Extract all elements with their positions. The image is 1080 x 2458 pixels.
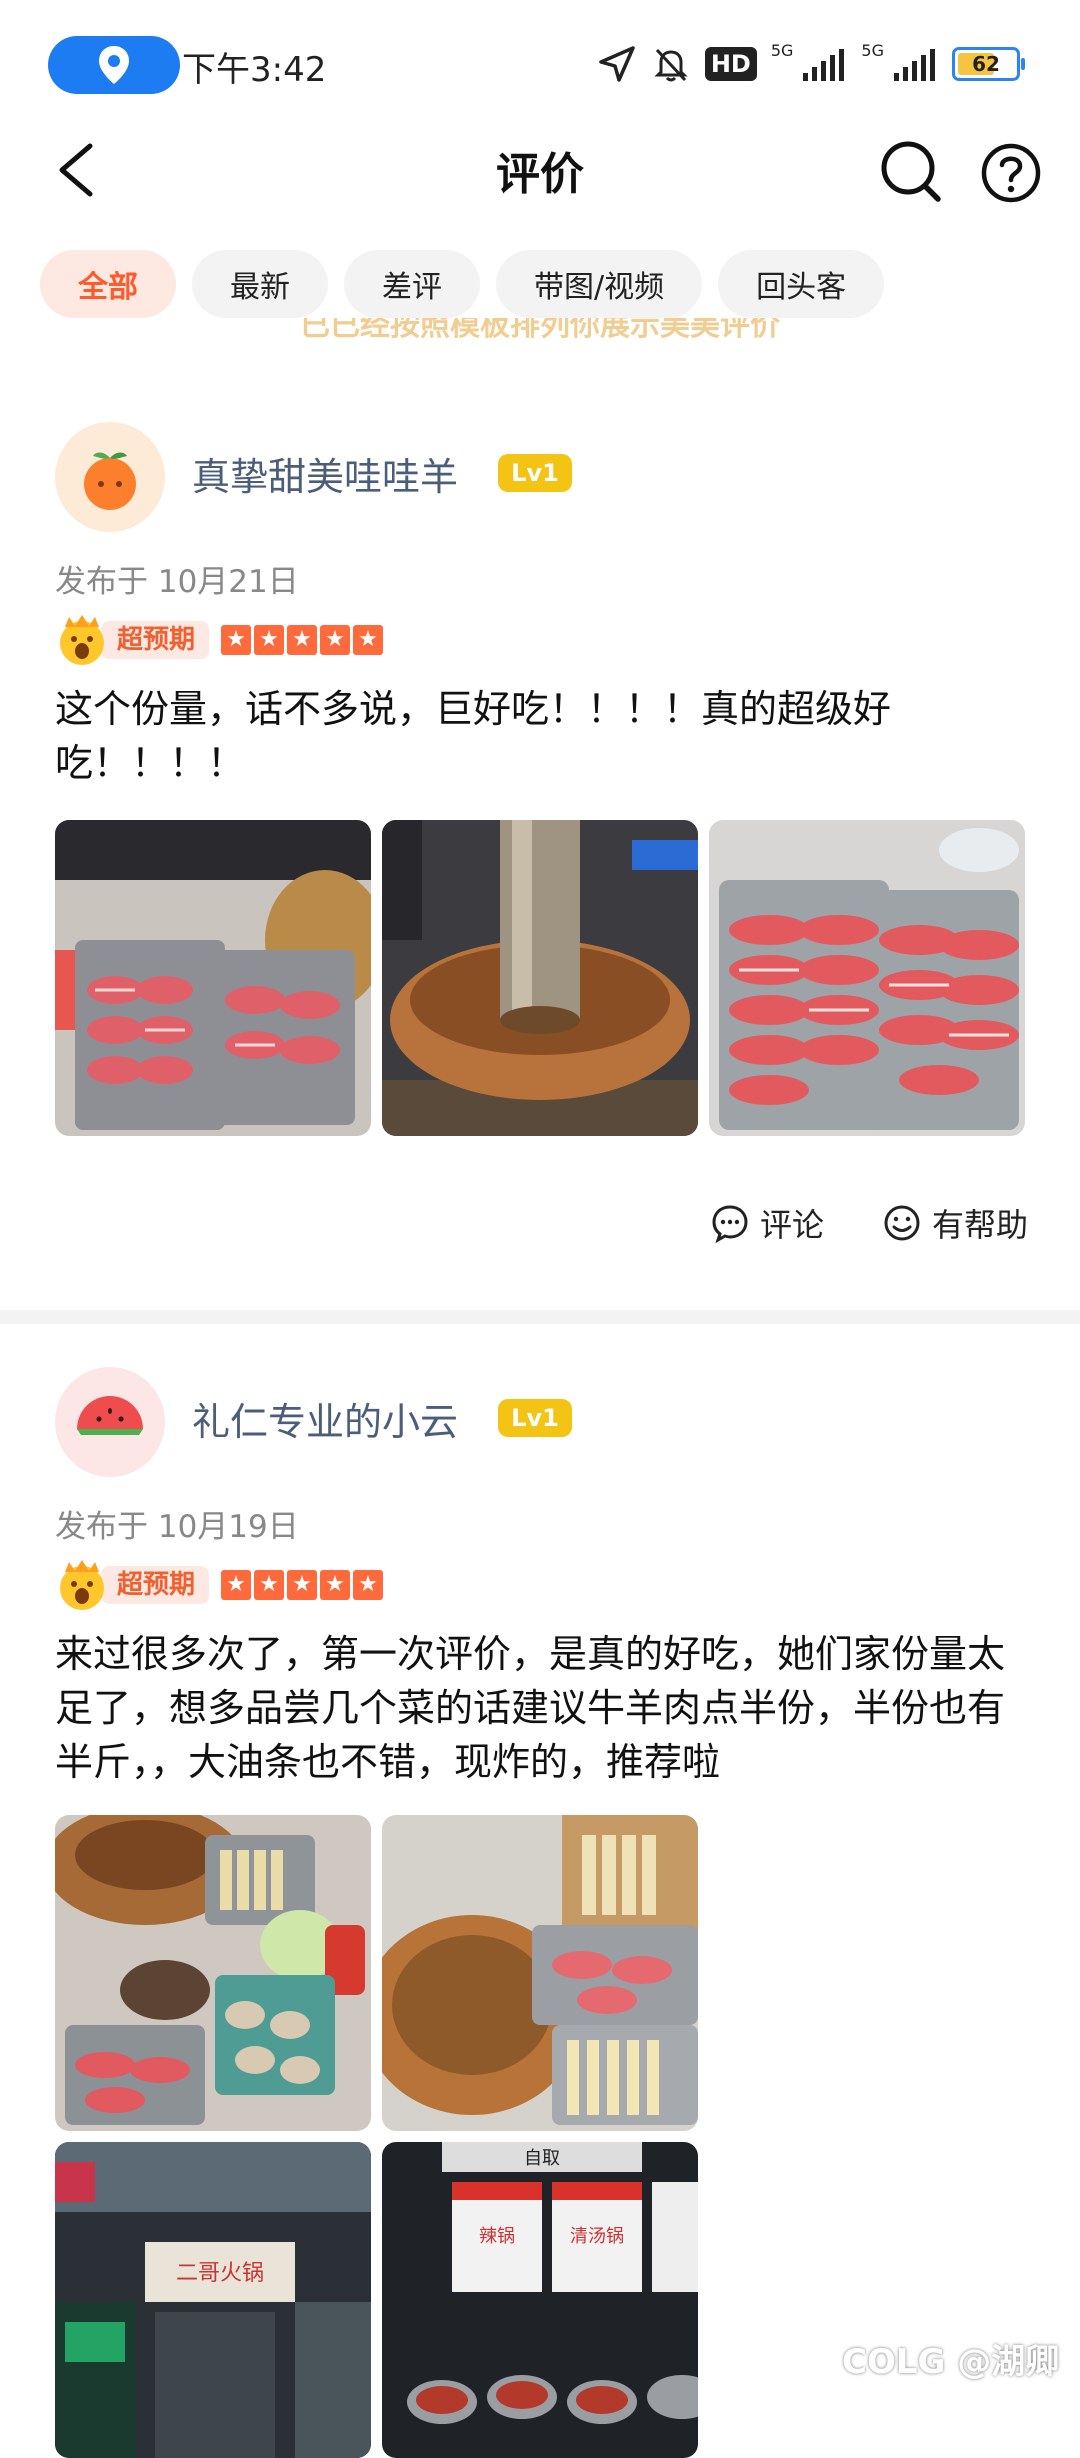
level-badge: Lv1 [498,454,572,492]
star-icon: ★ [221,625,252,655]
avatar[interactable] [55,1367,165,1477]
star-icon: ★ [320,1570,351,1600]
signal-strength-icon-2 [894,49,935,81]
navigation-arrow-icon [599,46,635,82]
filter-with-media[interactable]: 带图/视频 [496,250,703,318]
location-pin-icon [99,46,129,84]
review-photo-3[interactable] [709,820,1025,1136]
review-date: 发布于 10月21日 [55,564,299,600]
helpful-button[interactable]: 有帮助 [882,1200,1028,1246]
comment-icon [712,1205,748,1243]
photo-pot-and-dishes [382,1815,698,2131]
filter-tabs: 全部 最新 差评 带图/视频 回头客 [40,250,885,318]
star-icon: ★ [287,1570,318,1600]
star-icon: ★ [221,1570,252,1600]
helpful-label: 有帮助 [931,1206,1028,1244]
photo-meat-trays [55,820,371,1136]
self-serve-sign-text: 自取 [524,2148,560,2169]
status-icons: HD 5G 5G 62 [597,40,1025,88]
avatar[interactable] [55,422,165,532]
star-icon: ★ [320,625,351,655]
smile-icon [884,1205,920,1241]
network-type-2: 5G [861,40,884,60]
network-type-1: 5G [770,40,794,60]
star-rating: ★ ★ ★ ★ ★ [221,1570,384,1600]
review-card: 礼仁专业的小云 Lv1 发布于 10月19日 超预期 ★ ★ ★ ★ ★ 来过很… [0,1355,1080,2458]
comment-button[interactable]: 评论 [710,1200,824,1246]
partially-hidden-notice: 已已经按照模板排列你展示美美评价 [0,318,1080,358]
review-photo-1[interactable] [55,1815,371,2131]
rating-row: 超预期 ★ ★ ★ ★ ★ [55,1557,384,1613]
help-button[interactable] [976,130,1046,210]
watermark: COLG @湖卿 [842,2342,1060,2382]
restaurant-sign-text: 二哥火锅 [176,2261,264,2286]
star-icon: ★ [353,625,384,655]
rating-badge: 超预期 [101,1566,210,1604]
excited-face-icon [60,1560,104,1610]
status-time: 下午3:42 [182,50,327,90]
photo-restaurant-entrance: 二哥火锅 [55,2142,371,2458]
review-photo-4[interactable]: 自取 辣锅 清汤锅 [382,2142,698,2458]
review-text: 这个份量，话不多说，巨好吃！！！！真的超级好吃！！！！ [55,687,892,785]
filter-latest[interactable]: 最新 [192,250,328,318]
filter-negative[interactable]: 差评 [344,250,480,318]
star-icon: ★ [353,1570,384,1600]
signal-strength-icon [803,49,845,81]
search-button[interactable] [876,130,946,210]
photo-lamb-rolls [709,820,1025,1136]
level-badge: Lv1 [498,1399,572,1437]
question-mark-icon [981,143,1041,203]
battery-level: 62 [972,52,1000,76]
username[interactable]: 礼仁专业的小云 [192,1391,458,1446]
clear-pot-sign-text: 清汤锅 [570,2226,624,2247]
rating-row: 超预期 ★ ★ ★ ★ ★ [55,612,384,668]
filter-returning[interactable]: 回头客 [718,250,885,318]
filter-all[interactable]: 全部 [40,250,176,318]
location-indicator [48,36,180,94]
excited-face-icon [60,615,104,665]
star-rating: ★ ★ ★ ★ ★ [221,625,384,655]
review-photo-2[interactable] [382,820,698,1136]
status-bar: 下午3:42 HD 5G 5G 62 [0,0,1080,128]
mute-bell-icon [654,48,688,82]
notice-text: 已已经按照模板排列你展示美美评价 [300,318,780,343]
battery-icon: 62 [952,47,1025,81]
photo-sauce-station: 自取 辣锅 清汤锅 [382,2142,698,2458]
photo-hotpot-table [55,1815,371,2131]
review-text: 来过很多次了，第一次评价，是真的好吃，她们家份量太足了，想多品尝几个菜的话建议牛… [55,1632,1006,1784]
star-icon: ★ [254,1570,285,1600]
star-icon: ★ [287,625,318,655]
photo-copper-hotpot [382,820,698,1136]
review-photo-2[interactable] [382,1815,698,2131]
rating-badge: 超预期 [101,621,210,659]
hd-voice-icon: HD [704,47,757,81]
top-nav-bar: 评价 [0,120,1080,220]
comment-label: 评论 [759,1206,824,1244]
orange-avatar-icon [84,452,136,510]
review-date: 发布于 10月19日 [55,1509,299,1545]
star-icon: ★ [254,625,285,655]
review-photo-3[interactable]: 二哥火锅 [55,2142,371,2458]
watermelon-avatar-icon [77,1396,143,1435]
username[interactable]: 真挚甜美哇哇羊 [192,446,458,501]
review-actions: 评论 有帮助 [710,1200,1028,1246]
section-divider [0,1310,1080,1324]
review-card: 真挚甜美哇哇羊 Lv1 发布于 10月21日 超预期 ★ ★ ★ ★ ★ 这个份… [0,410,1080,1310]
search-icon [881,141,941,202]
review-photo-1[interactable] [55,820,371,1136]
spicy-pot-sign-text: 辣锅 [479,2226,515,2247]
